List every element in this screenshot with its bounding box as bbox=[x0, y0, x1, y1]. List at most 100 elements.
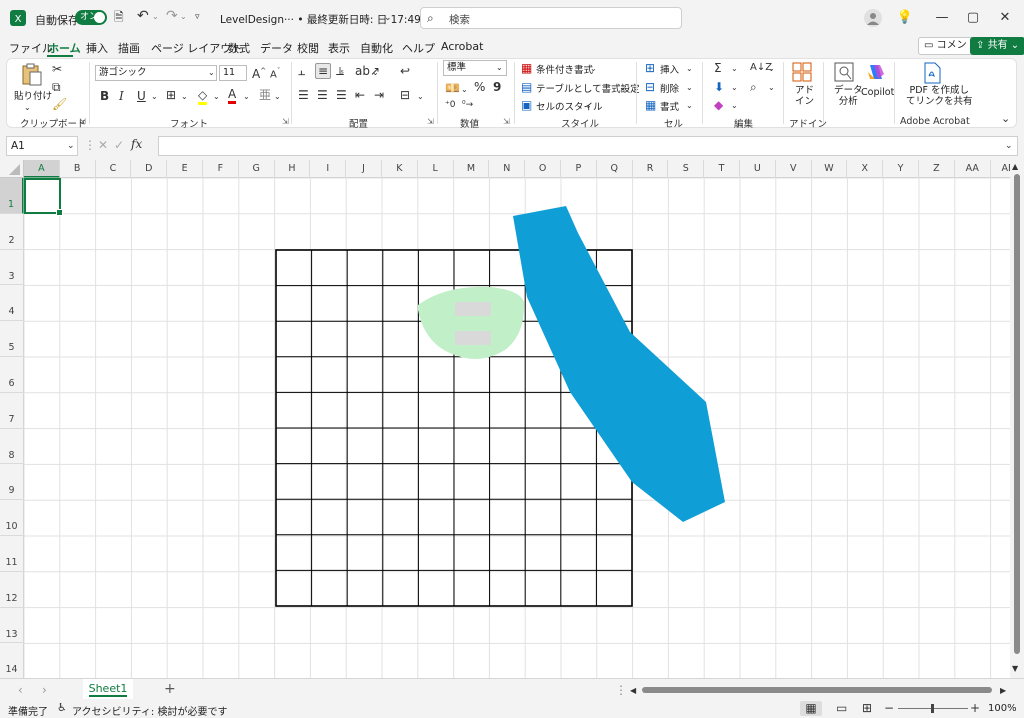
create-pdf-button[interactable]: PDF を作成し てリンクを共有 bbox=[906, 85, 973, 107]
font-size-select[interactable]: 11 bbox=[219, 65, 247, 81]
format-as-table-dropdown-icon[interactable]: ⌄ bbox=[619, 81, 626, 95]
search-box[interactable]: ⌕ 検索 bbox=[420, 7, 682, 29]
copilot-button[interactable]: Copilot bbox=[861, 87, 894, 98]
increase-indent-icon[interactable]: ⇥ bbox=[374, 88, 384, 102]
format-cells-dropdown-icon[interactable]: ⌄ bbox=[686, 99, 693, 113]
selected-cell-a1[interactable] bbox=[24, 178, 63, 216]
merge-center-icon[interactable]: ⊟ bbox=[400, 88, 410, 102]
avatar[interactable] bbox=[864, 9, 882, 27]
pdf-icon[interactable] bbox=[922, 62, 942, 84]
zoom-slider-thumb[interactable] bbox=[931, 704, 934, 713]
orientation-dropdown-icon[interactable]: ⌄ bbox=[372, 66, 379, 80]
phonetic-dropdown-icon[interactable]: ⌄ bbox=[274, 90, 281, 104]
decrease-indent-icon[interactable]: ⇤ bbox=[355, 88, 365, 102]
title-chevron-down-icon[interactable]: ⌄ bbox=[384, 11, 392, 25]
close-icon[interactable]: ✕ bbox=[995, 8, 1015, 28]
next-sheet-icon[interactable]: › bbox=[42, 683, 47, 697]
format-cells-icon[interactable]: ▦ bbox=[645, 98, 656, 112]
insert-cells-dropdown-icon[interactable]: ⌄ bbox=[686, 62, 693, 76]
align-middle-icon[interactable]: ≡ bbox=[315, 63, 332, 79]
underline-dropdown-icon[interactable]: ⌄ bbox=[151, 90, 158, 104]
zoom-out-icon[interactable]: − bbox=[884, 701, 894, 715]
save-icon[interactable]: 🗎 bbox=[114, 10, 124, 24]
gray-block-lower[interactable] bbox=[455, 331, 491, 345]
tab-split-icon[interactable]: ⋮ bbox=[615, 683, 627, 697]
paste-button[interactable]: 貼り付け bbox=[14, 88, 52, 102]
accessibility-status[interactable]: アクセシビリティ: 検討が必要です bbox=[72, 703, 227, 718]
fill-icon[interactable]: ⬇ bbox=[714, 80, 724, 94]
confirm-entry-icon[interactable]: ✓ bbox=[114, 138, 124, 152]
blue-shape[interactable] bbox=[513, 206, 725, 522]
clear-icon[interactable]: ◆ bbox=[714, 98, 723, 112]
decrease-font-icon[interactable]: Aˇ bbox=[270, 64, 280, 82]
page-break-view-icon[interactable]: ⊞ bbox=[862, 701, 872, 715]
data-analysis-button[interactable]: データ 分析 bbox=[834, 85, 863, 107]
undo-dropdown-icon[interactable]: ⌄ bbox=[152, 10, 159, 24]
merge-dropdown-icon[interactable]: ⌄ bbox=[417, 90, 424, 104]
align-left-icon[interactable]: ☰ bbox=[298, 88, 309, 102]
copilot-icon[interactable] bbox=[866, 62, 886, 82]
tab-draw[interactable]: 描画 bbox=[118, 40, 140, 56]
fill-color-dropdown-icon[interactable]: ⌄ bbox=[213, 90, 220, 104]
name-box-dropdown-icon[interactable]: ⌄ bbox=[67, 139, 75, 153]
maximize-icon[interactable]: ▢ bbox=[963, 8, 983, 28]
ribbon-collapse-icon[interactable]: ⌄ bbox=[1001, 112, 1010, 126]
cell-styles-button[interactable]: セルのスタイル bbox=[536, 99, 603, 113]
share-button[interactable]: ⇪ 共有 ⌄ bbox=[970, 37, 1024, 55]
format-cells-button[interactable]: 書式 bbox=[660, 99, 679, 113]
align-top-icon[interactable]: ⫠ bbox=[298, 64, 305, 78]
cut-icon[interactable]: ✂ bbox=[52, 62, 62, 76]
font-name-dropdown-icon[interactable]: ⌄ bbox=[208, 66, 215, 80]
wrap-text-icon[interactable]: ↩ bbox=[400, 64, 410, 78]
tab-insert[interactable]: 挿入 bbox=[86, 40, 108, 56]
align-right-icon[interactable]: ☰ bbox=[336, 88, 347, 102]
conditional-format-button[interactable]: 条件付き書式 bbox=[536, 62, 593, 76]
underline-icon[interactable]: U bbox=[137, 89, 146, 103]
delete-cells-button[interactable]: 削除 bbox=[660, 81, 679, 95]
scroll-down-icon[interactable]: ▼ bbox=[1012, 662, 1018, 676]
scroll-left-icon[interactable]: ◀ bbox=[630, 684, 636, 698]
horizontal-scroll-thumb[interactable] bbox=[642, 687, 992, 693]
align-center-icon[interactable]: ☰ bbox=[317, 88, 328, 102]
customize-qat-icon[interactable]: ▿ bbox=[195, 10, 200, 24]
vertical-scrollbar[interactable]: ▲ ▼ bbox=[1010, 160, 1024, 678]
comma-style-icon[interactable]: 9 bbox=[493, 80, 501, 94]
find-select-dropdown-icon[interactable]: ⌄ bbox=[768, 81, 775, 95]
currency-dropdown-icon[interactable]: ⌄ bbox=[461, 83, 468, 97]
font-color-dropdown-icon[interactable]: ⌄ bbox=[243, 90, 250, 104]
autosave-toggle[interactable]: オン bbox=[75, 10, 107, 25]
clear-dropdown-icon[interactable]: ⌄ bbox=[731, 99, 738, 113]
currency-icon[interactable]: 💴 bbox=[445, 81, 460, 95]
tab-automate[interactable]: 自動化 bbox=[360, 40, 393, 56]
conditional-format-dropdown-icon[interactable]: ⌄ bbox=[590, 62, 597, 76]
format-as-table-icon[interactable]: ▤ bbox=[521, 80, 532, 94]
paste-dropdown-icon[interactable]: ⌄ bbox=[24, 101, 31, 115]
font-name-select[interactable]: 游ゴシック bbox=[95, 65, 217, 81]
insert-function-icon[interactable]: fx bbox=[131, 137, 142, 151]
more-options-icon[interactable]: ⋮ bbox=[84, 138, 96, 152]
font-launcher-icon[interactable]: ⇲ bbox=[282, 117, 289, 126]
insert-cells-icon[interactable]: ⊞ bbox=[645, 61, 655, 75]
percent-icon[interactable]: % bbox=[474, 80, 485, 94]
bold-icon[interactable]: B bbox=[100, 89, 109, 103]
alignment-launcher-icon[interactable]: ⇲ bbox=[427, 117, 434, 126]
accessibility-icon[interactable]: ♿ bbox=[57, 701, 67, 715]
number-launcher-icon[interactable]: ⇲ bbox=[503, 117, 510, 126]
zoom-level[interactable]: 100% bbox=[988, 703, 1017, 714]
find-select-icon[interactable]: ⌕ bbox=[750, 80, 757, 94]
borders-icon[interactable]: ⊞ bbox=[166, 88, 176, 102]
autosum-dropdown-icon[interactable]: ⌄ bbox=[731, 62, 738, 76]
scroll-up-icon[interactable]: ▲ bbox=[1012, 160, 1018, 174]
borders-dropdown-icon[interactable]: ⌄ bbox=[181, 90, 188, 104]
scroll-right-icon[interactable]: ▶ bbox=[1000, 684, 1006, 698]
autosum-icon[interactable]: Σ bbox=[714, 61, 722, 75]
delete-cells-dropdown-icon[interactable]: ⌄ bbox=[686, 81, 693, 95]
fill-color-icon[interactable]: ◇ bbox=[198, 88, 208, 105]
lightbulb-icon[interactable]: 💡 bbox=[895, 8, 915, 28]
redo-dropdown-icon[interactable]: ⌄ bbox=[180, 10, 187, 24]
increase-decimal-icon[interactable]: ⁺0 bbox=[445, 98, 455, 112]
addins-button[interactable]: アド イン bbox=[795, 85, 814, 107]
number-format-dropdown-icon[interactable]: ⌄ bbox=[496, 61, 503, 75]
cell-styles-icon[interactable]: ▣ bbox=[521, 98, 532, 112]
add-sheet-icon[interactable]: + bbox=[164, 682, 176, 696]
